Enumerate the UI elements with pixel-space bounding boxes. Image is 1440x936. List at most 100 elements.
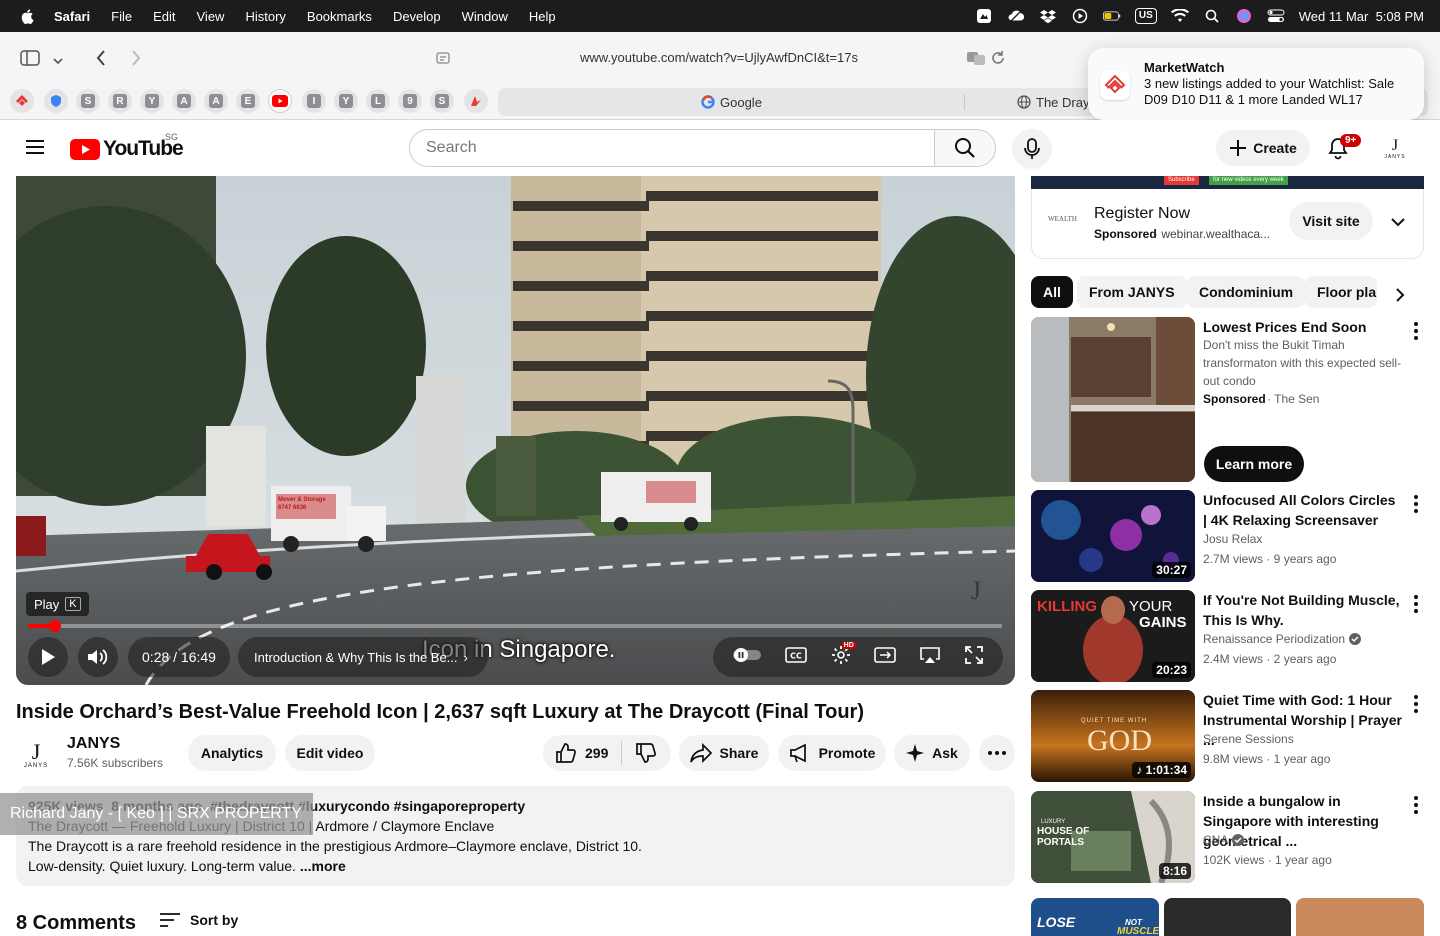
video-channel[interactable]: Renaissance Periodization [1203, 630, 1362, 648]
edit-video-button[interactable]: Edit video [285, 735, 375, 771]
pinned-tab[interactable]: I [302, 89, 326, 113]
miniplayer-icon[interactable] [874, 646, 897, 669]
forward-icon[interactable] [130, 49, 142, 72]
like-button[interactable]: 299 [543, 742, 621, 764]
pinned-tab[interactable]: E [236, 89, 260, 113]
hamburger-menu-icon[interactable] [26, 139, 44, 160]
menu-edit[interactable]: Edit [153, 9, 175, 24]
chips-next-chevron-icon[interactable] [1394, 287, 1406, 308]
more-vertical-icon[interactable] [1411, 321, 1421, 341]
account-avatar[interactable]: J JANYS [1380, 134, 1410, 164]
fullscreen-icon[interactable] [964, 645, 984, 670]
chevron-down-icon[interactable] [52, 53, 64, 71]
sort-by-button[interactable]: Sort by [160, 912, 238, 928]
menubar-clock[interactable]: Wed 11 Mar 5:08 PM [1299, 9, 1424, 24]
video-thumbnail[interactable]: 30:27 [1031, 490, 1195, 582]
url-field[interactable]: www.youtube.com/watch?v=UjlyAwfDnCI&t=17… [580, 50, 858, 65]
pinned-tab[interactable]: L [366, 89, 390, 113]
menu-develop[interactable]: Develop [393, 9, 441, 24]
sponsored-thumbnail[interactable] [1031, 317, 1195, 482]
pinned-tab[interactable]: S [76, 89, 100, 113]
chip-all[interactable]: All [1031, 276, 1073, 308]
recommended-video[interactable]: LUXURY HOUSE OF PORTALS 8:16 Inside a bu… [1031, 791, 1431, 883]
ad-banner[interactable]: Subscribe for new videos every week [1031, 176, 1424, 189]
pinned-tab[interactable]: Y [334, 89, 358, 113]
share-button[interactable]: Share [679, 735, 769, 771]
more-vertical-icon[interactable] [1411, 795, 1421, 815]
learn-more-button[interactable]: Learn more [1204, 446, 1304, 482]
menu-help[interactable]: Help [529, 9, 556, 24]
more-vertical-icon[interactable] [1411, 694, 1421, 714]
shorts-thumbnail[interactable] [1296, 898, 1424, 936]
video-thumbnail[interactable]: KILLING YOUR GAINS 20:23 [1031, 590, 1195, 682]
spotlight-search-icon[interactable] [1203, 7, 1221, 25]
video-title[interactable]: If You're Not Building Muscle, This Is W… [1203, 590, 1403, 630]
sidebar-toggle-icon[interactable] [20, 50, 40, 71]
pinned-tab[interactable]: S [430, 89, 454, 113]
pinned-tab[interactable]: A [204, 89, 228, 113]
menu-file[interactable]: File [111, 9, 132, 24]
autoplay-toggle-icon[interactable] [732, 647, 762, 668]
dislike-button[interactable] [622, 742, 670, 764]
sponsored-recommendation[interactable]: Lowest Prices End Soon Don't miss the Bu… [1031, 317, 1431, 482]
video-title[interactable]: Unfocused All Colors Circles | 4K Relaxi… [1203, 490, 1403, 530]
video-channel[interactable]: CNA [1203, 831, 1245, 849]
ad-card[interactable]: WEALTH Register Now Sponsored · webinar.… [1031, 189, 1424, 259]
visit-site-button[interactable]: Visit site [1289, 202, 1373, 240]
cloud-icon[interactable] [1007, 7, 1025, 25]
menu-view[interactable]: View [197, 9, 225, 24]
marketwatch-notification[interactable]: MarketWatch 3 new listings added to your… [1088, 48, 1424, 120]
pinned-tab-shield[interactable] [44, 89, 68, 113]
pinned-tab[interactable]: Y [140, 89, 164, 113]
page-menu-icon[interactable] [436, 51, 450, 70]
progress-bar[interactable] [28, 620, 1002, 632]
airplay-icon[interactable] [919, 646, 941, 669]
chip-from-janys[interactable]: From JANYS [1077, 276, 1187, 308]
wifi-icon[interactable] [1170, 7, 1189, 25]
play-button[interactable] [28, 637, 68, 677]
pinned-tab[interactable]: R [108, 89, 132, 113]
menu-window[interactable]: Window [462, 9, 508, 24]
ad-expand-chevron-icon[interactable] [1390, 215, 1406, 233]
translate-icon[interactable] [966, 50, 986, 71]
channel-name[interactable]: JANYS [67, 735, 120, 753]
more-vertical-icon[interactable] [1411, 494, 1421, 514]
pinned-tab-srx[interactable] [10, 89, 34, 113]
pinned-tab[interactable]: A [172, 89, 196, 113]
dropbox-icon[interactable] [1039, 7, 1057, 25]
keyboard-layout-badge[interactable]: US [1134, 8, 1157, 24]
chip-floor-plan[interactable]: Floor plan [1305, 276, 1377, 308]
recommended-video[interactable]: KILLING YOUR GAINS 20:23 If You're Not B… [1031, 590, 1431, 682]
channel-avatar[interactable]: J JANYS [16, 735, 56, 775]
settings-gear-icon[interactable]: HD [830, 641, 856, 671]
shorts-thumbnail[interactable] [1164, 898, 1291, 936]
menu-bookmarks[interactable]: Bookmarks [307, 9, 372, 24]
shorts-thumbnail[interactable]: LOSE NOT MUSCLE [1031, 898, 1159, 936]
screenshot-icon[interactable] [975, 7, 993, 25]
back-icon[interactable] [95, 49, 107, 72]
apple-icon[interactable] [20, 8, 36, 24]
promote-button[interactable]: Promote [778, 735, 886, 771]
menu-history[interactable]: History [245, 9, 285, 24]
sponsored-title[interactable]: Lowest Prices End Soon [1203, 317, 1403, 337]
video-player[interactable]: Mover & Storage 6747 6636 J Icon in Sing… [16, 176, 1015, 685]
video-channel[interactable]: Serene Sessions [1203, 730, 1294, 748]
pinned-tab-pdf[interactable] [464, 89, 488, 113]
chapter-button[interactable]: Introduction & Why This Is the Be... › [238, 637, 488, 677]
show-more-link[interactable]: ...more [300, 858, 346, 874]
chip-condominium[interactable]: Condominium [1187, 276, 1306, 308]
analytics-button[interactable]: Analytics [188, 735, 276, 771]
ask-button[interactable]: Ask [894, 735, 970, 771]
battery-icon[interactable] [1102, 7, 1121, 25]
recommended-video[interactable]: 30:27 Unfocused All Colors Circles | 4K … [1031, 490, 1431, 582]
play-circle-icon[interactable] [1071, 7, 1089, 25]
search-input[interactable]: Search [409, 129, 935, 167]
video-thumbnail[interactable]: QUIET TIME WITH GOD ♪ 1:01:34 [1031, 690, 1195, 782]
video-thumbnail[interactable]: LUXURY HOUSE OF PORTALS 8:16 [1031, 791, 1195, 883]
voice-search-button[interactable] [1012, 129, 1052, 169]
create-button[interactable]: Create [1216, 130, 1310, 166]
reload-icon[interactable] [990, 50, 1006, 71]
menu-safari[interactable]: Safari [54, 9, 90, 24]
captions-icon[interactable]: CC [785, 646, 807, 669]
video-channel[interactable]: Josu Relax [1203, 530, 1262, 548]
